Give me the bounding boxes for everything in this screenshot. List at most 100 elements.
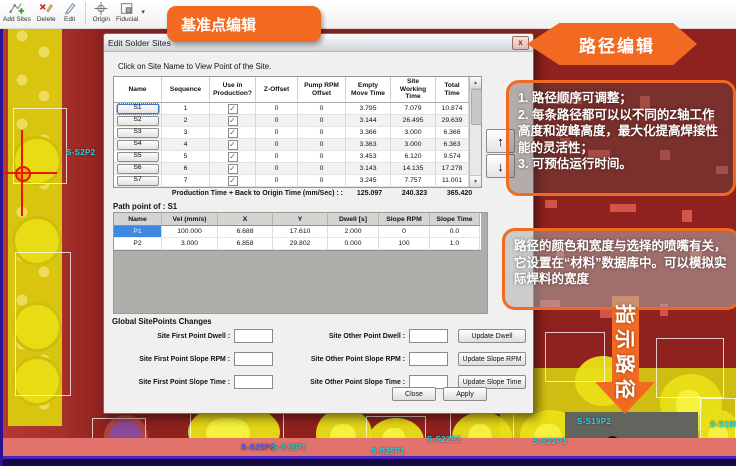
footer-label: Production Time + Back to Origin Time (m… xyxy=(113,190,347,197)
col-header-empty-move-time: Empty Move Time xyxy=(346,77,391,103)
path-panel: Name Vel (mm/s) X Y Dwell [s] Slope RPM … xyxy=(113,212,488,314)
site-cell-z_offset: 0 xyxy=(256,115,298,127)
use-in-production-checkbox[interactable]: ✓ xyxy=(228,164,238,174)
dialog-footer-buttons: Close Apply xyxy=(392,387,487,401)
global-other-point-input[interactable] xyxy=(409,329,448,343)
delete-button[interactable]: Delete xyxy=(34,0,59,23)
use-in-production-checkbox[interactable]: ✓ xyxy=(228,128,238,138)
site-cell-pump_rpm_offset: 0 xyxy=(298,151,346,163)
add-sites-icon xyxy=(9,1,25,16)
site-cell-empty_move_time: 3.144 xyxy=(346,115,391,127)
path-cell-vel: 100.000 xyxy=(162,226,218,238)
site-cell-sequence: 3 xyxy=(162,127,210,139)
col-header-pump-rpm-offset: Pump RPM Offset xyxy=(298,77,346,103)
global-first-point-input[interactable] xyxy=(234,329,273,343)
site-name-button[interactable]: S2 xyxy=(117,116,159,126)
global-other-point-input[interactable] xyxy=(409,352,448,366)
path-point-label: Path point of : S1 xyxy=(113,202,177,211)
site-name-cell: S2 xyxy=(114,115,162,127)
checkbox-cell: ✓ xyxy=(210,151,256,163)
edit-button[interactable]: Edit xyxy=(59,0,81,23)
site-cell-z_offset: 0 xyxy=(256,163,298,175)
path-cell-slope_rpm: 100 xyxy=(379,238,430,250)
global-right-label: Site Other Point Dwell : xyxy=(273,333,405,340)
edit-label: Edit xyxy=(64,16,75,23)
site-name-cell: S4 xyxy=(114,139,162,151)
footer-working-total: 240.323 xyxy=(392,190,437,197)
site-table-row: S55✓003.4536.1209.574 xyxy=(114,151,481,163)
path-cell-slope_rpm: 0 xyxy=(379,226,430,238)
site-cell-pump_rpm_offset: 0 xyxy=(298,175,346,187)
site-name-cell: S7 xyxy=(114,175,162,187)
global-first-point-input[interactable] xyxy=(234,375,273,389)
site-name-button[interactable]: S4 xyxy=(117,140,159,150)
path-notes-callout: 1. 路径顺序可调整； 2. 每条路径都可以以不同的Z轴工作高度和波峰高度，最大… xyxy=(506,80,736,196)
use-in-production-checkbox[interactable]: ✓ xyxy=(228,176,238,186)
use-in-production-checkbox[interactable]: ✓ xyxy=(228,104,238,114)
site-table-row: S33✓003.3663.0006.366 xyxy=(114,127,481,139)
site-name-cell: S6 xyxy=(114,163,162,175)
delete-label: Delete xyxy=(37,16,56,23)
fiducial-dropdown-caret[interactable]: ▾ xyxy=(141,8,145,16)
checkbox-cell: ✓ xyxy=(210,115,256,127)
site-name-button[interactable]: S5 xyxy=(117,152,159,162)
origin-button[interactable]: Origin xyxy=(90,0,113,23)
path-col-slope-time: Slope Time xyxy=(430,213,480,226)
update-button[interactable]: Update Slope RPM xyxy=(458,352,526,366)
site-cell-empty_move_time: 3.245 xyxy=(346,175,391,187)
footer-grand-total: 365.420 xyxy=(437,190,482,197)
pcb-decor-shape xyxy=(545,200,557,208)
col-header-use-in-production: Use in Production? xyxy=(210,77,256,103)
site-name-button[interactable]: S7 xyxy=(117,176,159,186)
scroll-thumb[interactable] xyxy=(471,89,482,125)
site-cell-sequence: 5 xyxy=(162,151,210,163)
global-form-row: Site First Point Dwell : Site Other Point… xyxy=(112,329,527,343)
site-table-row: S44✓003.3633.0006.363 xyxy=(114,139,481,151)
site-table-row: S66✓003.14314.13517.278 xyxy=(114,163,481,175)
apply-button[interactable]: Apply xyxy=(443,387,487,401)
site-name-button[interactable]: S1 xyxy=(117,104,159,114)
site-name-button[interactable]: S3 xyxy=(117,128,159,138)
pcb-site-label: S-S22P1 xyxy=(533,437,567,446)
pcb-site-label: S-S19P xyxy=(710,420,736,429)
scroll-up-icon[interactable]: ▲ xyxy=(470,77,481,89)
path-cell-dwell: 0.000 xyxy=(328,238,379,250)
update-button[interactable]: Update Dwell xyxy=(458,329,526,343)
scroll-down-icon[interactable]: ▼ xyxy=(470,175,481,187)
use-in-production-checkbox[interactable]: ✓ xyxy=(228,152,238,162)
site-cell-total_time: 6.363 xyxy=(436,139,469,151)
pcb-decor-shape xyxy=(15,252,71,396)
edit-solder-sites-dialog: Edit Solder Sites x Click on Site Name t… xyxy=(103,33,534,414)
production-time-footer: Production Time + Back to Origin Time (m… xyxy=(113,190,482,197)
pcb-site-label: S-S22P2 xyxy=(427,435,461,444)
pcb-bottom-dark xyxy=(0,459,736,466)
site-table-body: S11✓003.7957.07910.874S22✓003.14426.4952… xyxy=(114,103,481,187)
pcb-left-border xyxy=(0,26,3,466)
add-sites-button[interactable]: Add Sites xyxy=(0,0,34,23)
global-right-label: Site Other Point Slope RPM : xyxy=(273,356,405,363)
site-cell-z_offset: 0 xyxy=(256,139,298,151)
site-cell-pump_rpm_offset: 0 xyxy=(298,139,346,151)
pcb-decor-shape xyxy=(656,338,724,398)
checkbox-cell: ✓ xyxy=(210,139,256,151)
site-cell-site_working_time: 6.120 xyxy=(391,151,436,163)
use-in-production-checkbox[interactable]: ✓ xyxy=(228,140,238,150)
pcb-site-label: S-S2P2 xyxy=(66,148,95,157)
path-col-slope-rpm: Slope RPM xyxy=(379,213,430,226)
path-cell-name: P2 xyxy=(114,238,162,250)
global-form-row: Site First Point Slope RPM :Site Other P… xyxy=(112,352,527,366)
site-cell-total_time: 6.366 xyxy=(436,127,469,139)
global-left-label: Site First Point Dwell : xyxy=(112,333,230,340)
site-name-button[interactable]: S6 xyxy=(117,164,159,174)
close-button[interactable]: Close xyxy=(392,387,436,401)
fiducial-button[interactable]: Fiducial xyxy=(113,0,141,23)
pcb-site-label: S-S25P2 xyxy=(241,443,275,452)
site-table-scrollbar[interactable]: ▲ ▼ xyxy=(469,77,481,187)
dialog-instruction: Click on Site Name to View Point of the … xyxy=(118,62,271,71)
global-first-point-input[interactable] xyxy=(234,352,273,366)
path-edit-callout: 路径编辑 xyxy=(527,23,697,65)
checkbox-cell: ✓ xyxy=(210,127,256,139)
site-cell-total_time: 9.574 xyxy=(436,151,469,163)
use-in-production-checkbox[interactable]: ✓ xyxy=(228,116,238,126)
site-cell-sequence: 4 xyxy=(162,139,210,151)
